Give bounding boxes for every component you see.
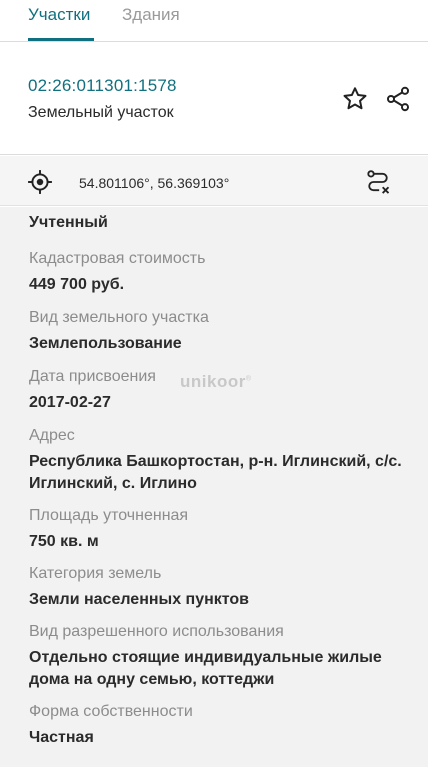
field-permitted-use: Вид разрешенного использования Отдельно … — [29, 622, 419, 691]
field-ownership-form: Форма собственности Частная — [29, 702, 419, 749]
cadastral-number[interactable]: 02:26:011301:1578 — [28, 76, 177, 96]
field-area: Площадь уточненная 750 кв. м — [29, 506, 419, 553]
field-value: Земли населенных пунктов — [29, 591, 250, 608]
tab-buildings[interactable]: Здания — [122, 5, 180, 25]
field-value: Землепользование — [29, 335, 182, 352]
parcel-type: Земельный участок — [28, 104, 174, 121]
tab-bar: Участки Здания — [0, 0, 428, 42]
field-value: 750 кв. м — [29, 533, 99, 550]
field-value: Отдельно стоящие индивидуальные жилые до… — [29, 649, 382, 688]
watermark-text: unikoor — [180, 372, 246, 391]
field-label: Адрес — [29, 427, 75, 444]
field-cadastral-value: Кадастровая стоимость 449 700 руб. — [29, 249, 419, 296]
status-value: Учтенный — [29, 214, 108, 231]
field-value: Частная — [29, 729, 94, 746]
field-value: 2017-02-27 — [29, 394, 111, 411]
crosshair-location-icon[interactable] — [24, 166, 56, 198]
coordinates-text[interactable]: 54.801106°, 56.369103° — [79, 175, 229, 191]
unikoor-watermark-logo: unikoor® — [180, 372, 252, 392]
watermark-mark: ® — [245, 375, 252, 383]
field-label: Кадастровая стоимость — [29, 250, 206, 267]
field-label: Площадь уточненная — [29, 507, 189, 524]
field-land-category: Категория земель Земли населенных пункто… — [29, 564, 419, 611]
field-label: Форма собственности — [29, 703, 193, 720]
share-icon[interactable] — [382, 83, 414, 115]
field-label: Категория земель — [29, 565, 162, 582]
field-value: Республика Башкортостан, р-н. Иглинский,… — [29, 453, 402, 492]
coordinates-bar: 54.801106°, 56.369103° — [0, 156, 428, 206]
tab-parcels[interactable]: Участки — [28, 5, 90, 25]
active-tab-indicator — [28, 38, 94, 41]
parcel-details: Учтенный Кадастровая стоимость 449 700 р… — [0, 207, 428, 767]
route-icon[interactable] — [362, 166, 394, 198]
field-label: Вид земельного участка — [29, 309, 209, 326]
field-label: Вид разрешенного использования — [29, 623, 284, 640]
star-outline-icon[interactable] — [339, 83, 371, 115]
field-parcel-kind: Вид земельного участка Землепользование — [29, 308, 419, 355]
field-value: 449 700 руб. — [29, 276, 125, 293]
parcel-header: 02:26:011301:1578 Земельный участок — [0, 43, 428, 155]
field-address: Адрес Республика Башкортостан, р-н. Игли… — [29, 426, 419, 495]
